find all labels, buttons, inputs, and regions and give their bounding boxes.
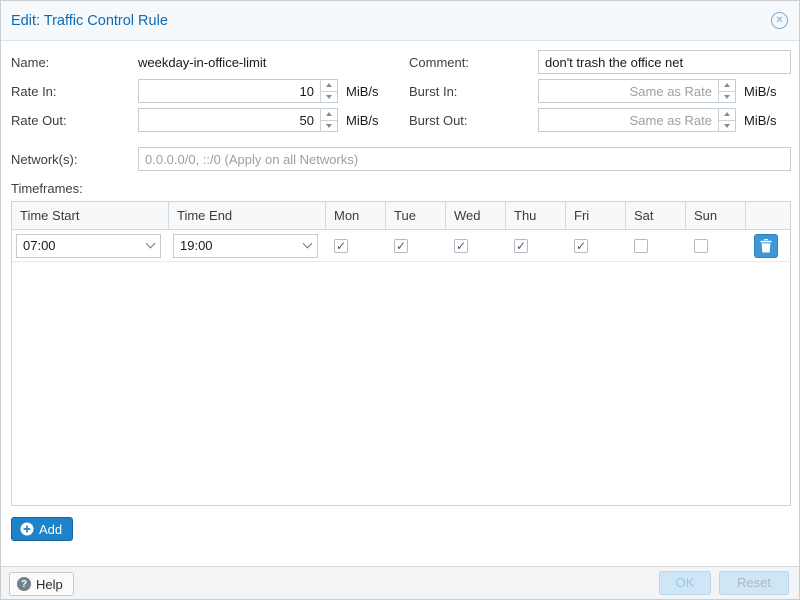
- rate-out-field-wrap: [138, 108, 338, 132]
- sat-cell: [626, 230, 686, 261]
- time-start-combo[interactable]: 07:00: [16, 234, 161, 258]
- rate-in-field-wrap: [138, 79, 338, 103]
- rate-in-unit: MiB/s: [346, 80, 379, 104]
- burst-out-spinner: [718, 109, 735, 131]
- burst-out-input[interactable]: [539, 109, 735, 131]
- col-header-tue[interactable]: Tue: [386, 202, 446, 229]
- trash-icon: [760, 239, 772, 253]
- rate-out-unit: MiB/s: [346, 109, 379, 133]
- checkbox-wed[interactable]: [454, 239, 468, 253]
- checkbox-sat[interactable]: [634, 239, 648, 253]
- edit-traffic-control-rule-dialog: Edit: Traffic Control Rule Name: weekday…: [0, 0, 800, 600]
- spinner-up-icon[interactable]: [719, 80, 735, 92]
- dialog-footer: Help OK Reset: [1, 566, 799, 600]
- fri-cell: [566, 230, 626, 261]
- add-button[interactable]: Add: [11, 517, 73, 541]
- rate-in-input[interactable]: [139, 80, 337, 102]
- col-header-mon[interactable]: Mon: [326, 202, 386, 229]
- dialog-title: Edit: Traffic Control Rule: [11, 1, 168, 41]
- ok-button[interactable]: OK: [659, 571, 711, 595]
- comment-input[interactable]: [539, 51, 790, 73]
- checkbox-tue[interactable]: [394, 239, 408, 253]
- spinner-down-icon[interactable]: [321, 121, 337, 132]
- checkbox-fri[interactable]: [574, 239, 588, 253]
- burst-in-input[interactable]: [539, 80, 735, 102]
- sun-cell: [686, 230, 746, 261]
- name-label: Name:: [11, 51, 49, 75]
- time-end-combo[interactable]: 19:00: [173, 234, 318, 258]
- checkbox-thu[interactable]: [514, 239, 528, 253]
- comment-label: Comment:: [409, 51, 469, 75]
- question-circle-icon: [17, 577, 31, 591]
- help-button-label: Help: [36, 577, 63, 592]
- col-header-time-start[interactable]: Time Start: [12, 202, 169, 229]
- checkbox-sun[interactable]: [694, 239, 708, 253]
- col-header-time-end[interactable]: Time End: [169, 202, 326, 229]
- chevron-down-icon[interactable]: [297, 235, 317, 257]
- burst-out-field-wrap: [538, 108, 736, 132]
- add-button-label: Add: [39, 522, 62, 537]
- burst-in-label: Burst In:: [409, 80, 457, 104]
- networks-input[interactable]: [139, 148, 790, 170]
- rate-in-spinner: [320, 80, 337, 102]
- delete-row-button[interactable]: [754, 234, 778, 258]
- burst-in-spinner: [718, 80, 735, 102]
- timeframes-label: Timeframes:: [11, 177, 83, 201]
- rate-out-input[interactable]: [139, 109, 337, 131]
- timeframes-grid: Time Start Time End Mon Tue Wed Thu Fri …: [11, 201, 791, 506]
- rate-out-label: Rate Out:: [11, 109, 67, 133]
- chevron-down-icon[interactable]: [140, 235, 160, 257]
- tue-cell: [386, 230, 446, 261]
- spinner-up-icon[interactable]: [321, 109, 337, 121]
- close-icon[interactable]: [771, 12, 788, 29]
- time-end-cell: 19:00: [169, 230, 326, 261]
- grid-header: Time Start Time End Mon Tue Wed Thu Fri …: [12, 202, 790, 230]
- spinner-up-icon[interactable]: [719, 109, 735, 121]
- time-start-value: 07:00: [17, 238, 140, 253]
- burst-out-unit: MiB/s: [744, 109, 777, 133]
- checkbox-mon[interactable]: [334, 239, 348, 253]
- time-end-value: 19:00: [174, 238, 297, 253]
- dialog-header: Edit: Traffic Control Rule: [1, 1, 799, 41]
- actions-cell: [746, 230, 790, 261]
- time-start-cell: 07:00: [12, 230, 169, 261]
- networks-label: Network(s):: [11, 148, 77, 172]
- burst-in-field-wrap: [538, 79, 736, 103]
- col-header-sun[interactable]: Sun: [686, 202, 746, 229]
- thu-cell: [506, 230, 566, 261]
- col-header-wed[interactable]: Wed: [446, 202, 506, 229]
- spinner-up-icon[interactable]: [321, 80, 337, 92]
- rate-in-label: Rate In:: [11, 80, 57, 104]
- plus-circle-icon: [20, 522, 34, 536]
- burst-out-label: Burst Out:: [409, 109, 468, 133]
- help-button[interactable]: Help: [9, 572, 74, 596]
- col-header-sat[interactable]: Sat: [626, 202, 686, 229]
- burst-in-unit: MiB/s: [744, 80, 777, 104]
- reset-button[interactable]: Reset: [719, 571, 789, 595]
- spinner-down-icon[interactable]: [719, 92, 735, 103]
- col-header-fri[interactable]: Fri: [566, 202, 626, 229]
- timeframe-row: 07:00 19:00: [12, 230, 790, 262]
- name-value: weekday-in-office-limit: [138, 51, 266, 75]
- spinner-down-icon[interactable]: [719, 121, 735, 132]
- col-header-thu[interactable]: Thu: [506, 202, 566, 229]
- wed-cell: [446, 230, 506, 261]
- comment-field-wrap: [538, 50, 791, 74]
- col-header-actions: [746, 202, 790, 229]
- rate-out-spinner: [320, 109, 337, 131]
- spinner-down-icon[interactable]: [321, 92, 337, 103]
- mon-cell: [326, 230, 386, 261]
- networks-field-wrap: [138, 147, 791, 171]
